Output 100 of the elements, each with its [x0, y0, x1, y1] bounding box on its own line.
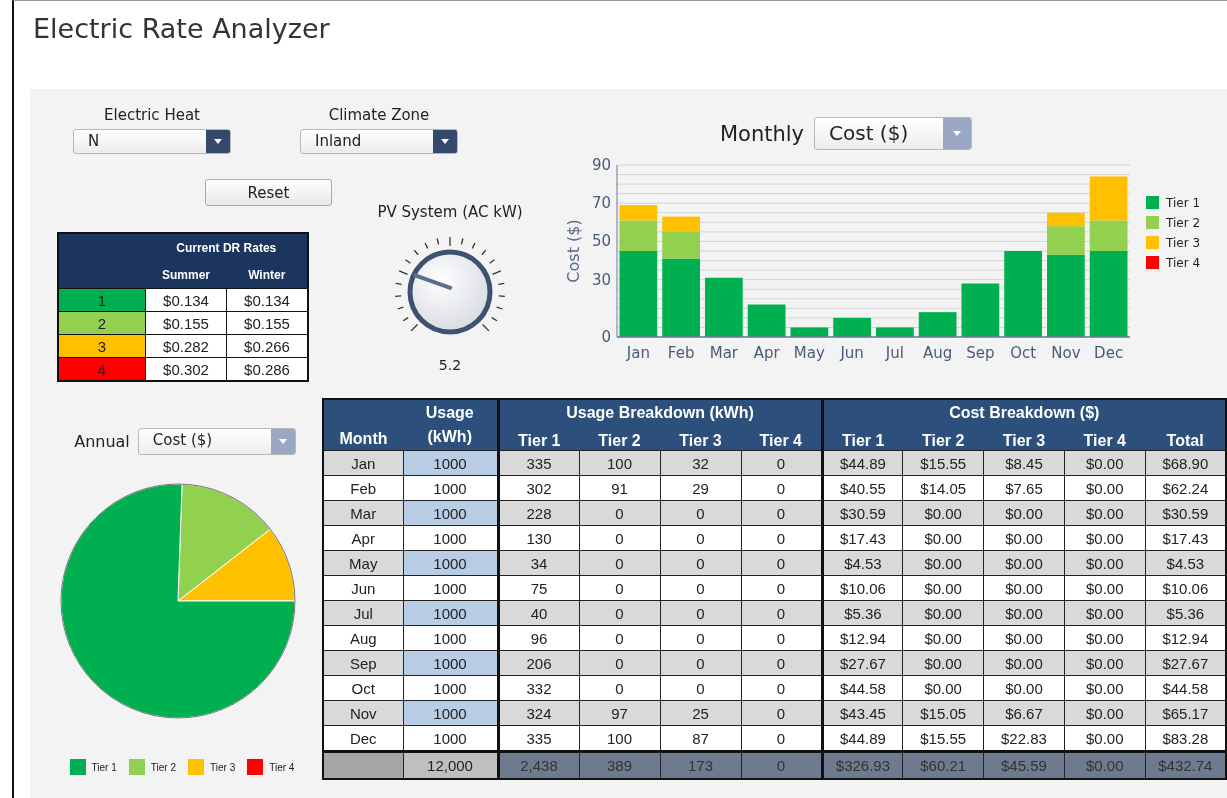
table-cell: 335 [498, 450, 579, 476]
x-tick-label: Jan [626, 344, 650, 362]
table-cell: $44.89 [822, 450, 903, 476]
x-tick-label: Dec [1094, 344, 1124, 362]
table-cell: $62.24 [1145, 475, 1226, 501]
table-cell: $0.00 [902, 575, 984, 601]
month-cell: Dec [323, 725, 403, 752]
month-cell: Nov [323, 700, 403, 726]
caret-icon [441, 139, 449, 144]
total-cell: 173 [660, 751, 741, 779]
table-cell: 0 [741, 600, 823, 626]
table-cell: $0.00 [1064, 700, 1146, 726]
y-tick-label: 30 [591, 270, 611, 289]
table-cell: $15.55 [902, 725, 984, 752]
y-tick-label: 50 [591, 232, 611, 251]
x-tick-label: Nov [1051, 344, 1081, 362]
table-cell: 0 [579, 525, 660, 551]
pv-reading: 5.2 [438, 357, 462, 373]
column-header: Total [1145, 425, 1226, 451]
x-tick-label: Sep [966, 344, 995, 362]
table-cell: 40 [498, 600, 579, 626]
column-header: Tier 4 [741, 425, 823, 451]
table-cell: 0 [741, 650, 823, 676]
table-cell: $0.00 [983, 500, 1065, 526]
y-tick-label: 90 [591, 156, 611, 174]
table-cell: $7.65 [983, 475, 1065, 501]
table-cell: $0.00 [1064, 450, 1146, 476]
table-cell: 130 [498, 525, 579, 551]
month-cell: Jan [323, 450, 403, 476]
x-tick-label: Aug [923, 344, 953, 362]
table-cell: $4.53 [1145, 550, 1226, 576]
table-cell: 100 [579, 725, 660, 752]
table-cell: $0.00 [902, 650, 984, 676]
reset-button[interactable]: Reset [205, 179, 332, 206]
y-axis-label: Cost ($) [564, 219, 583, 283]
table-cell: 0 [579, 500, 660, 526]
pv-system-label: PV System (AC kW) [377, 203, 523, 221]
month-cell: Jul [323, 600, 403, 626]
table-cell: $6.67 [983, 700, 1065, 726]
table-cell: 0 [741, 550, 823, 576]
table-cell: 97 [579, 700, 660, 726]
table-cell: $15.05 [902, 700, 984, 726]
table-cell: 100 [579, 450, 660, 476]
table-cell: $83.28 [1145, 725, 1226, 752]
table-cell: $5.36 [822, 600, 903, 626]
usage-field[interactable]: 1000 [403, 701, 497, 725]
table-cell: $65.17 [1145, 700, 1226, 726]
month-cell: Feb [323, 475, 403, 501]
usage-field[interactable]: 1000 [403, 601, 497, 625]
table-cell: 324 [498, 700, 579, 726]
x-tick-label: Oct [1010, 344, 1037, 362]
column-header: Tier 2 [579, 425, 660, 451]
column-header: Tier 3 [983, 425, 1065, 451]
table-cell: $0.00 [902, 625, 984, 651]
table-cell: 0 [579, 550, 660, 576]
table-cell: 0 [660, 650, 741, 676]
table-cell: $0.00 [1064, 525, 1146, 551]
table-cell: 0 [741, 500, 823, 526]
table-cell: $0.00 [902, 525, 984, 551]
monthly-label: Monthly [719, 121, 805, 146]
table-cell: 0 [741, 450, 823, 476]
column-header: Tier 2 [902, 425, 984, 451]
month-cell: May [323, 550, 403, 576]
bar-segment [747, 304, 786, 337]
table-cell: $44.58 [1145, 675, 1226, 701]
table-cell: $17.43 [822, 525, 903, 551]
table-cell: 0 [741, 700, 823, 726]
table-cell: $44.58 [822, 675, 903, 701]
climate-zone-dropdown[interactable]: Inland [300, 129, 458, 154]
electric-heat-dropdown[interactable]: N [73, 129, 231, 154]
table-cell: 34 [498, 550, 579, 576]
usage-field[interactable]: 1000 [403, 551, 497, 575]
table-cell: 32 [660, 450, 741, 476]
table-cell: $22.83 [983, 725, 1065, 752]
table-cell: $0.00 [902, 675, 984, 701]
bar-segment [961, 283, 1000, 337]
total-cell: $326.93 [822, 751, 903, 779]
usage-field[interactable]: 1000 [403, 451, 497, 475]
table-cell: 75 [498, 575, 579, 601]
usage-field[interactable]: 1000 [403, 501, 497, 525]
table-cell: $0.00 [983, 600, 1065, 626]
table-cell: $30.59 [1145, 500, 1226, 526]
table-cell: 25 [660, 700, 741, 726]
table-cell: $17.43 [1145, 525, 1226, 551]
table-cell: $0.00 [983, 650, 1065, 676]
total-cell: 2,438 [498, 751, 579, 779]
annual-metric-dropdown[interactable]: Cost ($) [137, 428, 296, 455]
table-cell: $10.06 [822, 575, 903, 601]
monthly-metric-dropdown[interactable]: Cost ($) [814, 117, 973, 150]
table-cell: $68.90 [1145, 450, 1226, 476]
table-cell: $0.00 [1064, 650, 1146, 676]
tier-cell: 1 [58, 288, 146, 312]
table-cell: $10.06 [1145, 575, 1226, 601]
month-cell: Jun [323, 575, 403, 601]
table-cell: 0 [579, 600, 660, 626]
table-cell: $12.94 [822, 625, 903, 651]
electric-heat-label: Electric Heat [104, 106, 200, 124]
table-cell: $0.00 [902, 550, 984, 576]
month-cell: Aug [323, 625, 403, 651]
usage-field[interactable]: 1000 [403, 651, 497, 675]
